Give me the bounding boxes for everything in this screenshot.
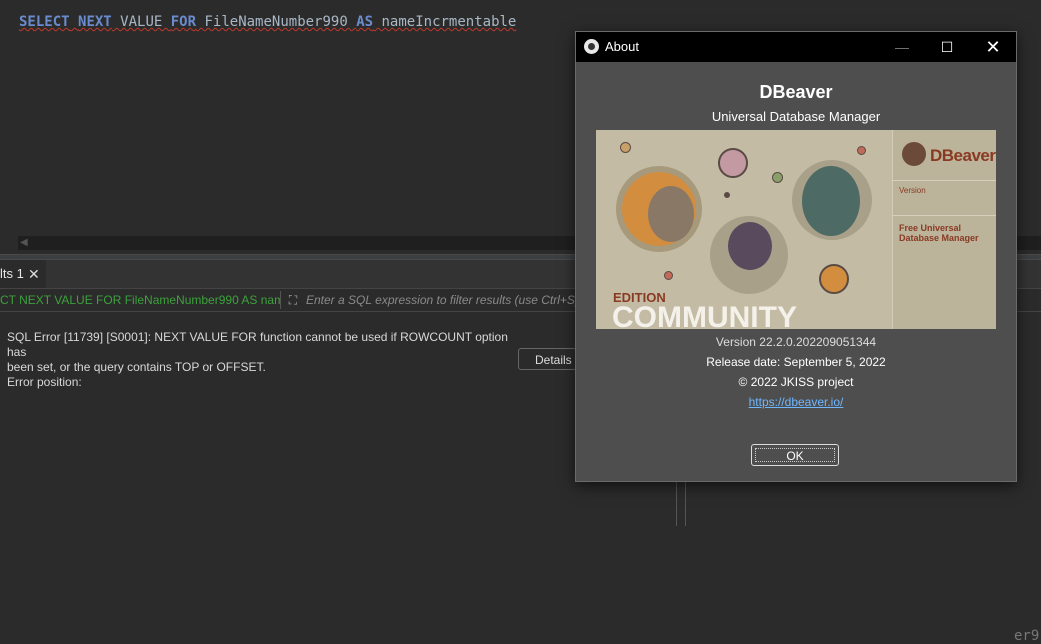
decor-dot xyxy=(724,192,730,198)
banner-tagline: Free Universal Database Manager xyxy=(899,223,979,243)
dbeaver-app-icon xyxy=(584,39,599,54)
website-link[interactable]: https://dbeaver.io/ xyxy=(576,395,1016,409)
decor-dot xyxy=(664,271,673,280)
elephant-mascot-icon xyxy=(802,166,860,236)
divider xyxy=(685,480,686,526)
background-text-fragment: er9 xyxy=(1014,628,1040,644)
tab-results-label: lts 1 xyxy=(0,266,24,281)
error-line-3: Error position: xyxy=(7,375,82,389)
close-icon[interactable]: ✕ xyxy=(28,260,40,288)
divider xyxy=(892,180,996,181)
sql-text: VALUE xyxy=(111,14,171,30)
decor-dot xyxy=(718,148,748,178)
sql-keyword: SELECT xyxy=(19,14,70,30)
decor-dot xyxy=(620,142,631,153)
sql-query-line[interactable]: SELECT NEXT VALUE FOR FileNameNumber990 … xyxy=(19,14,516,30)
release-date-text: Release date: September 5, 2022 xyxy=(706,355,886,369)
about-dialog: About — ☐ ✕ DBeaver Universal Database M… xyxy=(575,31,1017,482)
dialog-titlebar[interactable]: About — ☐ ✕ xyxy=(576,32,1016,62)
copyright-text: © 2022 JKISS project xyxy=(738,375,854,389)
beaver-body xyxy=(648,186,694,242)
sql-keyword: NEXT xyxy=(78,14,112,30)
app-name: DBeaver xyxy=(759,82,833,102)
decor-dot xyxy=(857,146,866,155)
divider xyxy=(676,480,677,526)
error-line-1: SQL Error [11739] [S0001]: NEXT VALUE FO… xyxy=(7,330,508,359)
sql-text: FileNameNumber990 xyxy=(196,14,357,30)
banner-logo-text: DBeaver xyxy=(930,146,996,165)
close-button[interactable]: ✕ xyxy=(970,32,1016,62)
dbeaver-logo-icon xyxy=(902,142,926,166)
sql-keyword: AS xyxy=(356,14,374,30)
sql-text: nameIncrmentable xyxy=(373,14,517,30)
filter-query-text[interactable]: CT NEXT VALUE FOR FileNameNumber990 AS n… xyxy=(0,291,281,309)
cat-mascot-icon xyxy=(728,222,772,270)
sql-keyword: FOR xyxy=(170,14,197,30)
dialog-title: About xyxy=(605,39,639,54)
app-subtitle: Universal Database Manager xyxy=(711,109,881,124)
minimize-button[interactable]: — xyxy=(879,32,925,62)
splash-banner-image: DBeaver Version Free Universal Database … xyxy=(596,130,996,329)
decor-dot xyxy=(772,172,783,183)
banner-version-label: Version xyxy=(899,186,926,195)
maximize-button[interactable]: ☐ xyxy=(924,32,970,62)
divider xyxy=(892,215,996,216)
error-line-2: been set, or the query contains TOP or O… xyxy=(7,360,266,374)
error-message: SQL Error [11739] [S0001]: NEXT VALUE FO… xyxy=(7,330,517,390)
scroll-left-arrow-icon[interactable]: ◀ xyxy=(20,237,28,248)
ok-button[interactable]: OK xyxy=(751,444,839,466)
tab-results-1[interactable]: lts 1 ✕ xyxy=(0,260,46,288)
expand-icon[interactable]: ⛶ xyxy=(284,291,302,309)
ok-button-label: OK xyxy=(786,449,804,463)
decor-dot xyxy=(819,264,849,294)
version-text: Version 22.2.0.202209051344 xyxy=(715,335,877,349)
banner-community: COMMUNITY xyxy=(612,301,797,329)
